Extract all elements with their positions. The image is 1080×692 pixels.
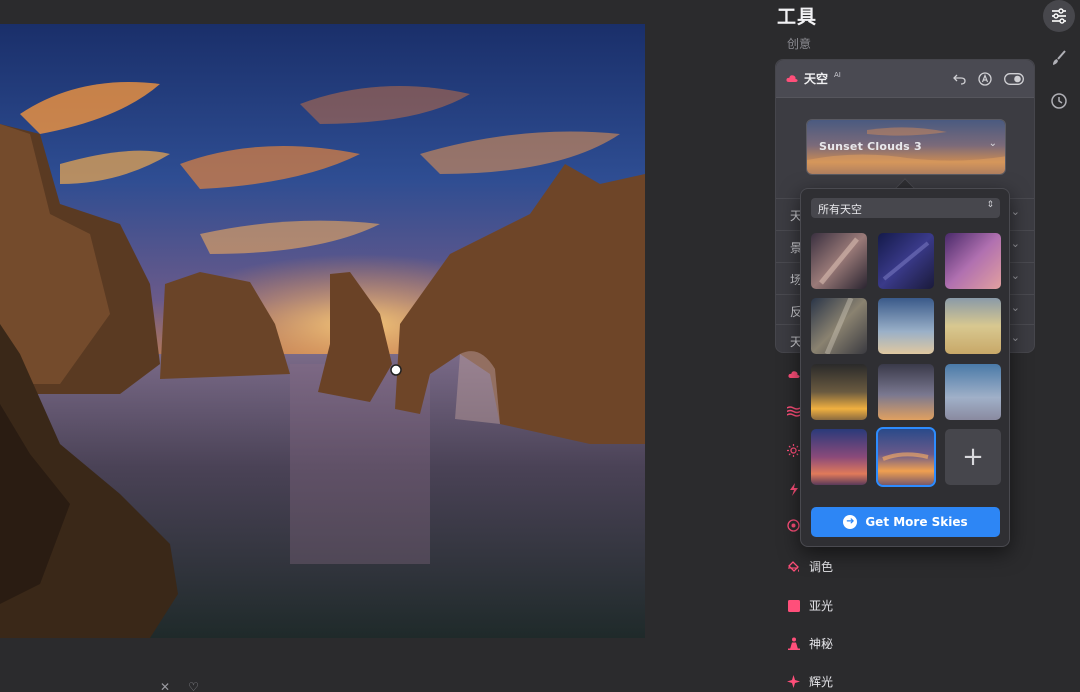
tool-label: 神秘 [809,637,834,651]
sky-thumbnail-sunset-clouds-3[interactable] [876,427,936,487]
sky-panel-header[interactable]: 天空 AI [776,60,1034,98]
tool-item-color-toning[interactable]: 调色 [787,558,833,575]
waves-icon [787,405,800,418]
section-label-creative: 创意 [787,37,812,51]
brush-icon [1053,50,1066,65]
cloud-icon [787,368,800,381]
sky-category-select[interactable]: 所有天空 ⇕ [811,198,1000,218]
paint-bucket-icon [787,560,800,573]
tool-item-matte[interactable]: 亚光 [787,597,833,614]
sky-thumbnail-golden-haze[interactable] [945,298,1001,354]
sky-thumbnail-milky-way-rocks[interactable] [811,298,867,354]
tool-item-mystical[interactable]: 神秘 [787,635,833,652]
chevron-down-icon: ⌄ [1010,237,1020,250]
undo-icon[interactable] [953,72,966,85]
sky-thumbnail-dusk-clouds[interactable] [878,364,934,420]
tool-label: 辉光 [809,675,834,689]
favorite-icon[interactable]: ♡ [188,680,199,692]
sky-preset-dropdown[interactable]: Sunset Clouds 3 ⌄ [806,119,1006,175]
sky-category-value: 所有天空 [818,203,862,216]
sky-thumbnail-milky-way-warm[interactable] [811,233,867,289]
sun-icon [787,444,800,457]
chevron-down-icon: ⌄ [1010,205,1020,218]
chevron-down-icon: ⌄ [1010,301,1020,314]
sliders-icon [1052,8,1066,24]
tool-item-glow[interactable]: 辉光 [787,673,833,690]
reject-icon[interactable]: ✕ [160,680,170,692]
sky-thumbnail-grid: + [811,233,1001,487]
page-title: 工具 [777,6,818,28]
sky-thumbnail-blue-cumulus[interactable] [945,364,1001,420]
rail-adjust-button[interactable] [1043,0,1075,32]
get-more-skies-label: Get More Skies [865,515,968,529]
flower-icon [787,519,800,532]
landscape-photo [0,24,645,638]
history-clock-icon [1051,93,1067,109]
select-arrows-icon: ⇕ [986,200,994,210]
figure-icon [787,637,800,650]
tool-label: 调色 [809,560,834,574]
app-window: ✕ ♡ 工具 创意 天空 AI Sunset Clouds 3 ⌄ 天 ⌄ 景 … [0,0,1080,692]
sky-panel-title: 天空 [804,72,829,86]
rail-brush-button[interactable] [1043,42,1075,74]
square-icon [787,599,800,612]
sky-thumbnail-purple-sunset[interactable] [811,429,867,485]
visibility-toggle-icon[interactable] [1004,72,1024,85]
sky-thumbnail-dark-sunset[interactable] [811,364,867,420]
tool-rail [1040,0,1080,692]
plus-icon: + [962,442,984,472]
photo-canvas[interactable] [0,24,645,638]
sky-preset-label: Sunset Clouds 3 [819,140,922,153]
sky-picker-popover: 所有天空 ⇕ + ➜ Get More Skies [800,188,1010,547]
ai-badge: AI [834,70,841,79]
chevron-down-icon: ⌄ [1010,269,1020,282]
sky-thumbnail-blue-clouds[interactable] [878,298,934,354]
lightning-icon [787,483,800,496]
get-more-skies-button[interactable]: ➜ Get More Skies [811,507,1000,537]
add-sky-button[interactable]: + [945,429,1001,485]
photo-actions: ✕ ♡ [160,680,199,692]
cloud-icon [786,75,798,82]
tool-label: 亚光 [809,599,834,613]
sky-thumbnail-night-blue[interactable] [878,233,934,289]
arrow-right-circle-icon: ➜ [843,515,858,529]
sky-thumbnail-galaxy-purple[interactable] [945,233,1001,289]
chevron-down-icon: ⌄ [988,138,997,149]
rail-history-button[interactable] [1043,85,1075,117]
sparkle-icon [787,675,800,688]
chevron-down-icon: ⌄ [1010,331,1020,344]
auto-mask-icon[interactable] [978,71,992,86]
